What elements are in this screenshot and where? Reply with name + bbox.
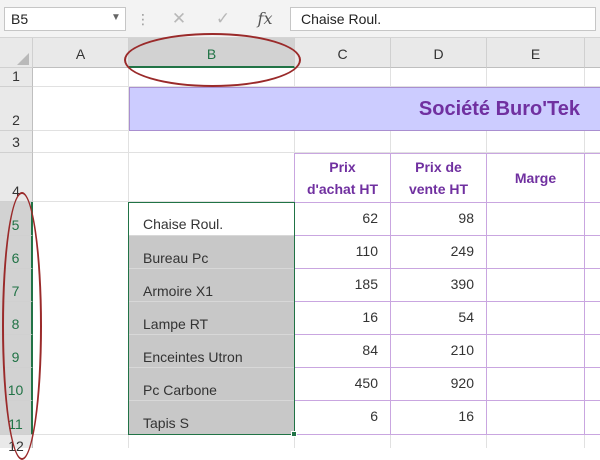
vente-cell[interactable]: 210 (390, 334, 487, 368)
vente-cell[interactable]: 390 (390, 268, 487, 302)
column-header-d[interactable]: D (391, 38, 487, 68)
cell-f[interactable] (584, 367, 600, 401)
header-prix-vente: Prix de vente HT (390, 153, 487, 203)
cell-f[interactable] (584, 268, 600, 302)
column-header-e[interactable]: E (487, 38, 585, 68)
marge-cell[interactable] (486, 235, 585, 269)
achat-cell[interactable]: 450 (294, 367, 391, 401)
header-marge: Marge (486, 153, 585, 203)
formula-input[interactable]: Chaise Roul. (290, 7, 596, 31)
vente-cell[interactable]: 54 (390, 301, 487, 335)
header-prix-achat: Prix d'achat HT (294, 153, 391, 203)
cell-f[interactable] (584, 301, 600, 335)
company-title: Société Buro'Tek (129, 87, 600, 131)
enter-icon[interactable]: ✓ (210, 8, 236, 30)
annotation-ellipse-rows (2, 192, 42, 460)
selection-border (128, 202, 295, 435)
marge-cell[interactable] (486, 334, 585, 368)
column-header-f[interactable] (585, 38, 600, 68)
marge-cell[interactable] (486, 301, 585, 335)
achat-cell[interactable]: 84 (294, 334, 391, 368)
more-options-icon[interactable]: ⋮ (136, 9, 150, 29)
row-header-1[interactable]: 1 (0, 68, 33, 87)
cell-f[interactable] (584, 235, 600, 269)
marge-cell[interactable] (486, 268, 585, 302)
marge-cell[interactable] (486, 367, 585, 401)
achat-cell[interactable]: 185 (294, 268, 391, 302)
annotation-ellipse-column (124, 33, 301, 87)
row-header-2[interactable]: 2 (0, 87, 33, 131)
vente-cell[interactable]: 920 (390, 367, 487, 401)
vente-cell[interactable]: 16 (390, 400, 487, 435)
select-all-icon (17, 53, 29, 65)
fill-handle[interactable] (291, 431, 297, 437)
vente-cell[interactable]: 98 (390, 202, 487, 236)
cell-f[interactable] (584, 400, 600, 435)
column-header-c[interactable]: C (295, 38, 391, 68)
cell-f[interactable] (584, 202, 600, 236)
achat-cell[interactable]: 16 (294, 301, 391, 335)
cell-f[interactable] (584, 334, 600, 368)
insert-function-icon[interactable]: fx (252, 8, 278, 30)
column-header-a[interactable]: A (33, 38, 129, 68)
marge-cell[interactable] (486, 202, 585, 236)
cancel-icon[interactable]: ✕ (166, 8, 192, 30)
header-cell-f (584, 153, 600, 203)
row-header-3[interactable]: 3 (0, 131, 33, 153)
achat-cell[interactable]: 62 (294, 202, 391, 236)
chevron-down-icon[interactable]: ▼ (108, 9, 124, 27)
achat-cell[interactable]: 110 (294, 235, 391, 269)
achat-cell[interactable]: 6 (294, 400, 391, 435)
vente-cell[interactable]: 249 (390, 235, 487, 269)
marge-cell[interactable] (486, 400, 585, 435)
